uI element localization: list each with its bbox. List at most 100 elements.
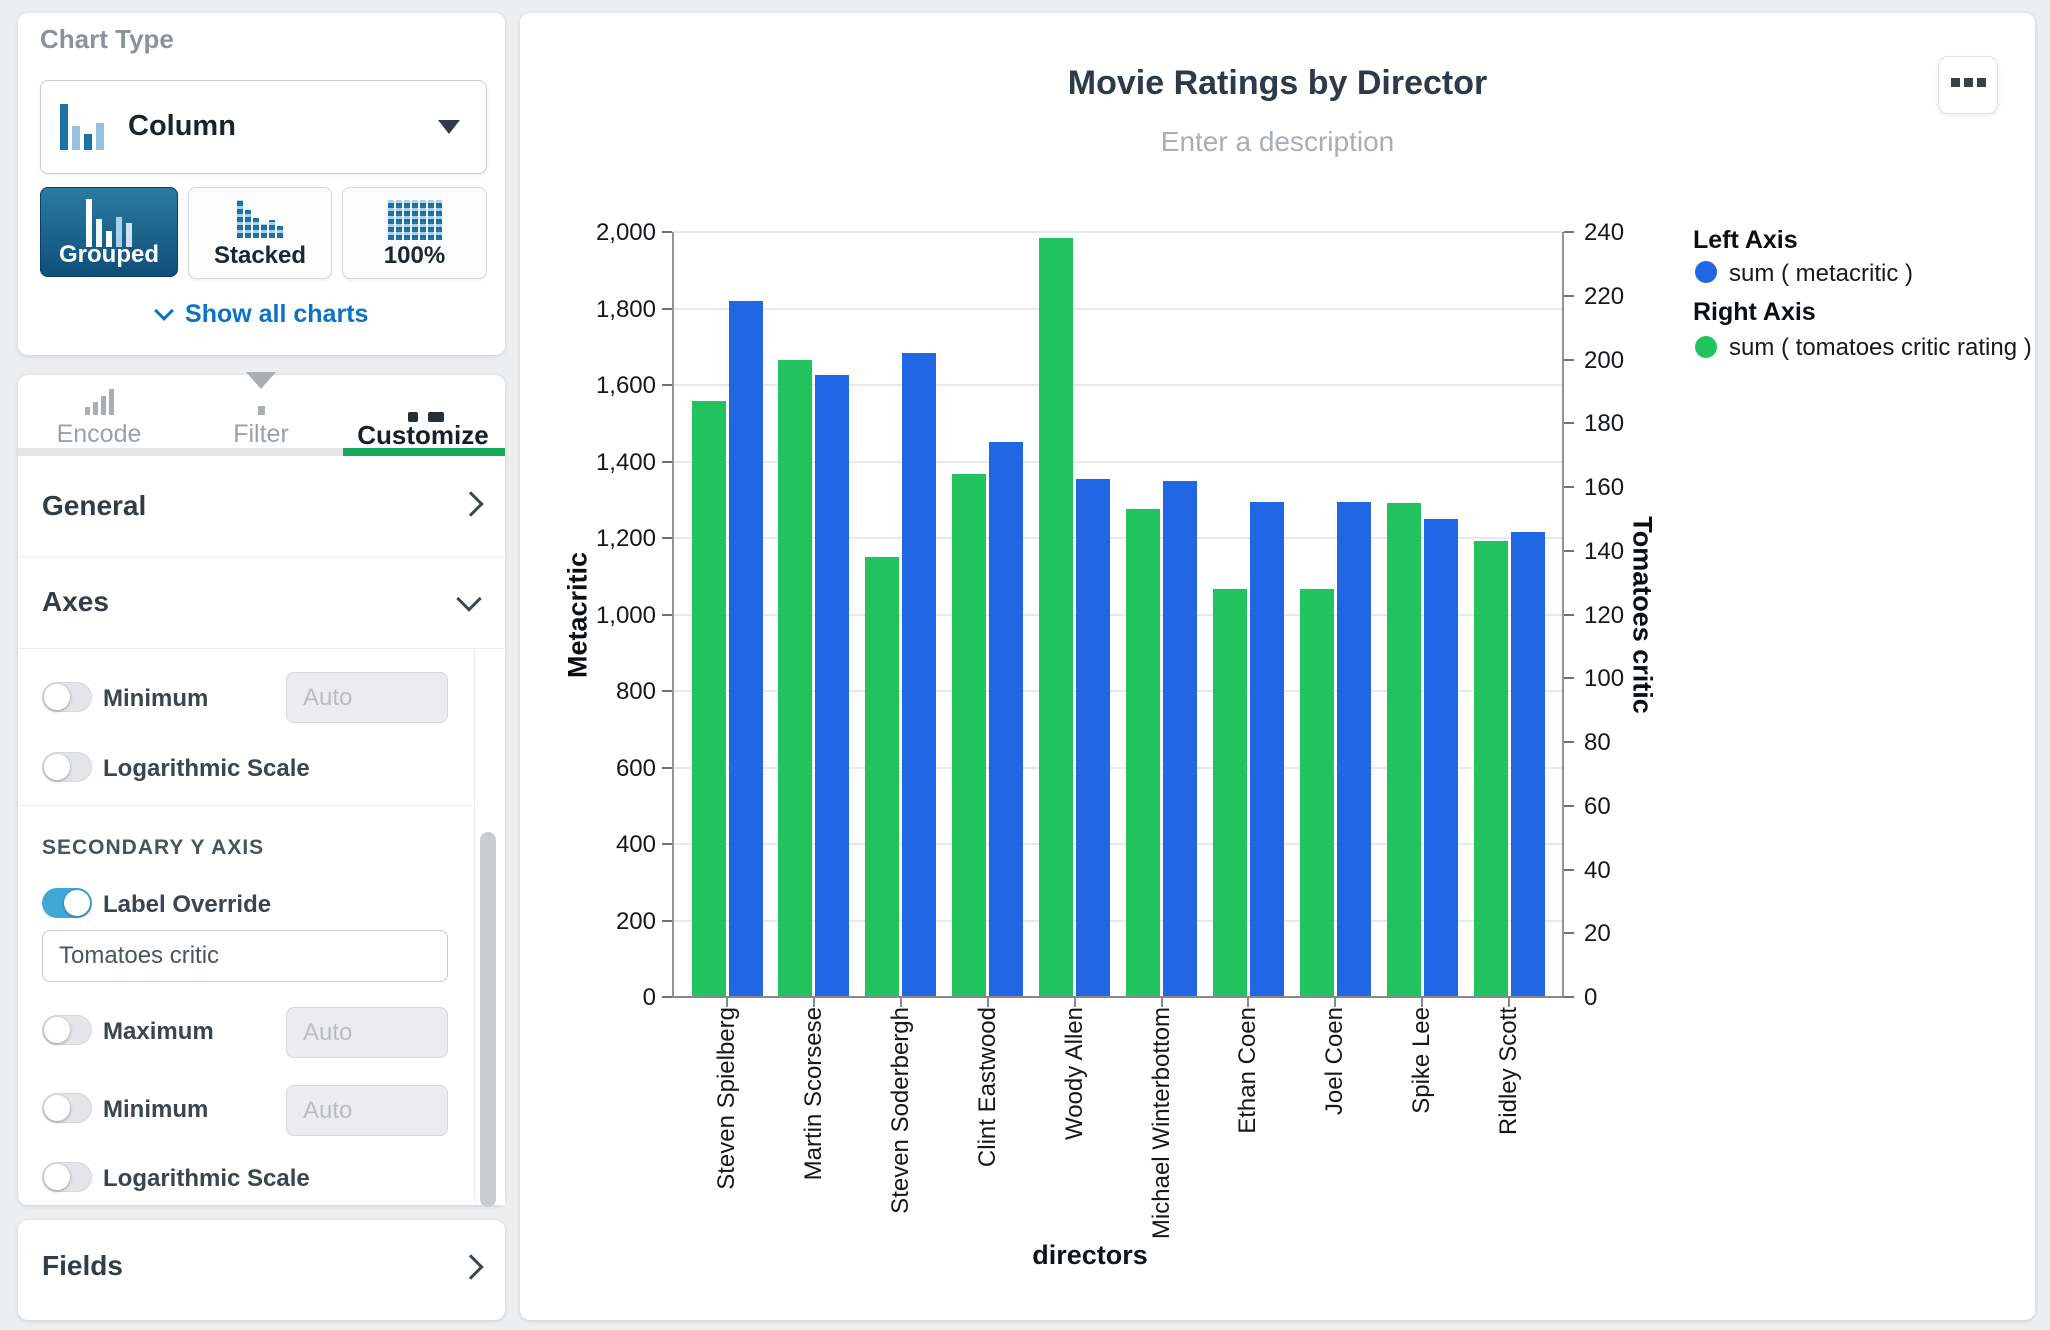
left-axis-tick-label: 400 — [615, 831, 656, 858]
left-axis-tick-label: 1,800 — [595, 295, 656, 323]
left-axis-tick-label: 2,000 — [595, 219, 656, 246]
x-axis-category-label: Spike Lee — [1408, 1007, 1436, 1114]
left-axis-tick — [662, 384, 672, 386]
left-axis-tick — [662, 843, 672, 845]
right-axis-tick — [1564, 677, 1574, 680]
x-axis-category-label: Martin Scorsese — [799, 1007, 827, 1181]
left-axis-tick — [662, 919, 672, 922]
x-axis-category-label: Steven Spielberg — [713, 1007, 740, 1190]
right-axis-tick-label: 20 — [1584, 920, 1611, 948]
bar-tomatoes[interactable] — [865, 557, 900, 997]
left-axis-tick-label: 200 — [615, 907, 656, 935]
bar-metacritic[interactable] — [902, 352, 937, 997]
left-axis-tick — [662, 766, 672, 769]
right-axis-title: Tomatoes critic — [1627, 516, 1658, 714]
left-axis-line — [672, 232, 674, 997]
bar-metacritic[interactable] — [1423, 518, 1458, 997]
x-axis-tick — [1160, 998, 1163, 1007]
right-axis-tick-label: 220 — [1584, 282, 1625, 310]
right-axis-tick — [1564, 549, 1574, 552]
bar-metacritic[interactable] — [728, 300, 763, 997]
x-axis-category-label: Joel Coen — [1321, 1007, 1349, 1116]
x-axis-tick — [726, 998, 728, 1007]
right-axis-tick — [1564, 486, 1574, 488]
bar-metacritic[interactable] — [1076, 478, 1111, 997]
bar-metacritic[interactable] — [989, 442, 1024, 997]
bar-tomatoes[interactable] — [1126, 509, 1160, 997]
left-axis-title: Metacritic — [562, 551, 593, 679]
x-axis-category-label: Clint Eastwood — [973, 1007, 1001, 1168]
bar-tomatoes[interactable] — [1299, 589, 1334, 997]
x-axis-tick — [1073, 998, 1076, 1007]
bar-metacritic[interactable] — [815, 375, 850, 997]
bar-metacritic[interactable] — [1336, 501, 1371, 997]
bar-tomatoes[interactable] — [691, 400, 726, 997]
left-axis-tick-label: 800 — [615, 678, 656, 705]
x-axis-category-label: Ethan Coen — [1234, 1007, 1262, 1134]
right-axis-line — [1562, 232, 1564, 997]
plot-area: 0 200 400 600 800 1,000 1,200 1,400 1,600 1,800 2,… — [0, 0, 2050, 1330]
bar-tomatoes[interactable] — [1473, 541, 1508, 997]
right-axis-tick — [1564, 231, 1574, 233]
gridline — [673, 307, 1563, 310]
left-axis-tick — [662, 690, 672, 692]
left-axis-tick-label: 1,600 — [595, 372, 656, 399]
bar-metacritic[interactable] — [1510, 532, 1545, 997]
right-axis-tick-label: 180 — [1584, 410, 1625, 438]
left-axis-tick — [662, 996, 672, 998]
x-axis-tick — [1421, 998, 1424, 1007]
legend-left-item[interactable]: sum ( metacritic ) — [1729, 260, 1913, 288]
right-axis-tick — [1564, 804, 1574, 807]
x-axis-tick — [1334, 998, 1337, 1007]
x-axis-tick — [812, 998, 815, 1007]
left-axis-tick-label: 1,200 — [595, 525, 656, 552]
right-axis-tick-label: 40 — [1584, 856, 1611, 884]
right-axis-tick-label: 240 — [1584, 219, 1625, 246]
legend-green-dot — [1695, 336, 1717, 358]
legend-right-axis-header: Right Axis — [1693, 298, 1816, 326]
app-window: Chart Type Column Grouped Stacked 100% S… — [0, 0, 2050, 1330]
right-axis-tick-label: 0 — [1584, 984, 1598, 1011]
x-axis-line — [672, 996, 1564, 998]
left-axis-tick-label: 0 — [642, 984, 656, 1011]
left-axis-tick — [662, 460, 672, 463]
legend-blue-dot — [1695, 261, 1717, 283]
bar-tomatoes[interactable] — [1386, 502, 1421, 997]
right-axis-tick-label: 60 — [1584, 792, 1611, 820]
gridline — [673, 231, 1563, 233]
x-axis-category-label: Michael Winterbottom — [1147, 1007, 1175, 1240]
right-axis-tick-label: 200 — [1584, 346, 1625, 374]
left-axis-tick — [662, 613, 672, 616]
right-axis-tick — [1564, 996, 1574, 998]
x-axis-title: directors — [1032, 1240, 1148, 1270]
x-axis-tick — [1508, 998, 1511, 1007]
legend-right-item[interactable]: sum ( tomatoes critic rating ) — [1729, 334, 2032, 362]
right-axis-tick — [1564, 358, 1574, 361]
x-axis-tick — [986, 998, 989, 1007]
left-axis-tick-label: 1,400 — [595, 448, 656, 476]
bar-tomatoes[interactable] — [778, 359, 813, 997]
x-axis-tick — [1247, 998, 1250, 1007]
legend-left-axis-header: Left Axis — [1693, 226, 1798, 254]
bar-metacritic[interactable] — [1249, 501, 1284, 997]
x-axis-category-label: Woody Allen — [1060, 1007, 1088, 1140]
right-axis-tick — [1564, 741, 1574, 743]
right-axis-tick — [1564, 613, 1574, 616]
right-axis-tick — [1564, 932, 1574, 935]
right-axis-tick-label: 80 — [1584, 729, 1611, 756]
x-axis-category-label: Steven Soderbergh — [886, 1007, 914, 1214]
left-axis-tick — [662, 231, 672, 233]
bar-tomatoes[interactable] — [952, 474, 987, 998]
x-axis-tick — [899, 998, 902, 1007]
left-axis-tick — [662, 307, 672, 310]
right-axis-tick — [1564, 294, 1574, 297]
bar-metacritic[interactable] — [1163, 480, 1197, 997]
right-axis-tick-label: 160 — [1584, 474, 1625, 501]
x-axis-category-label: Ridley Scott — [1495, 1007, 1523, 1136]
bar-tomatoes[interactable] — [1039, 238, 1074, 997]
left-axis-tick-label: 600 — [615, 754, 656, 782]
right-axis-tick — [1564, 868, 1574, 871]
bar-tomatoes[interactable] — [1212, 589, 1247, 997]
left-axis-tick — [662, 537, 672, 539]
right-axis-tick — [1564, 422, 1574, 425]
